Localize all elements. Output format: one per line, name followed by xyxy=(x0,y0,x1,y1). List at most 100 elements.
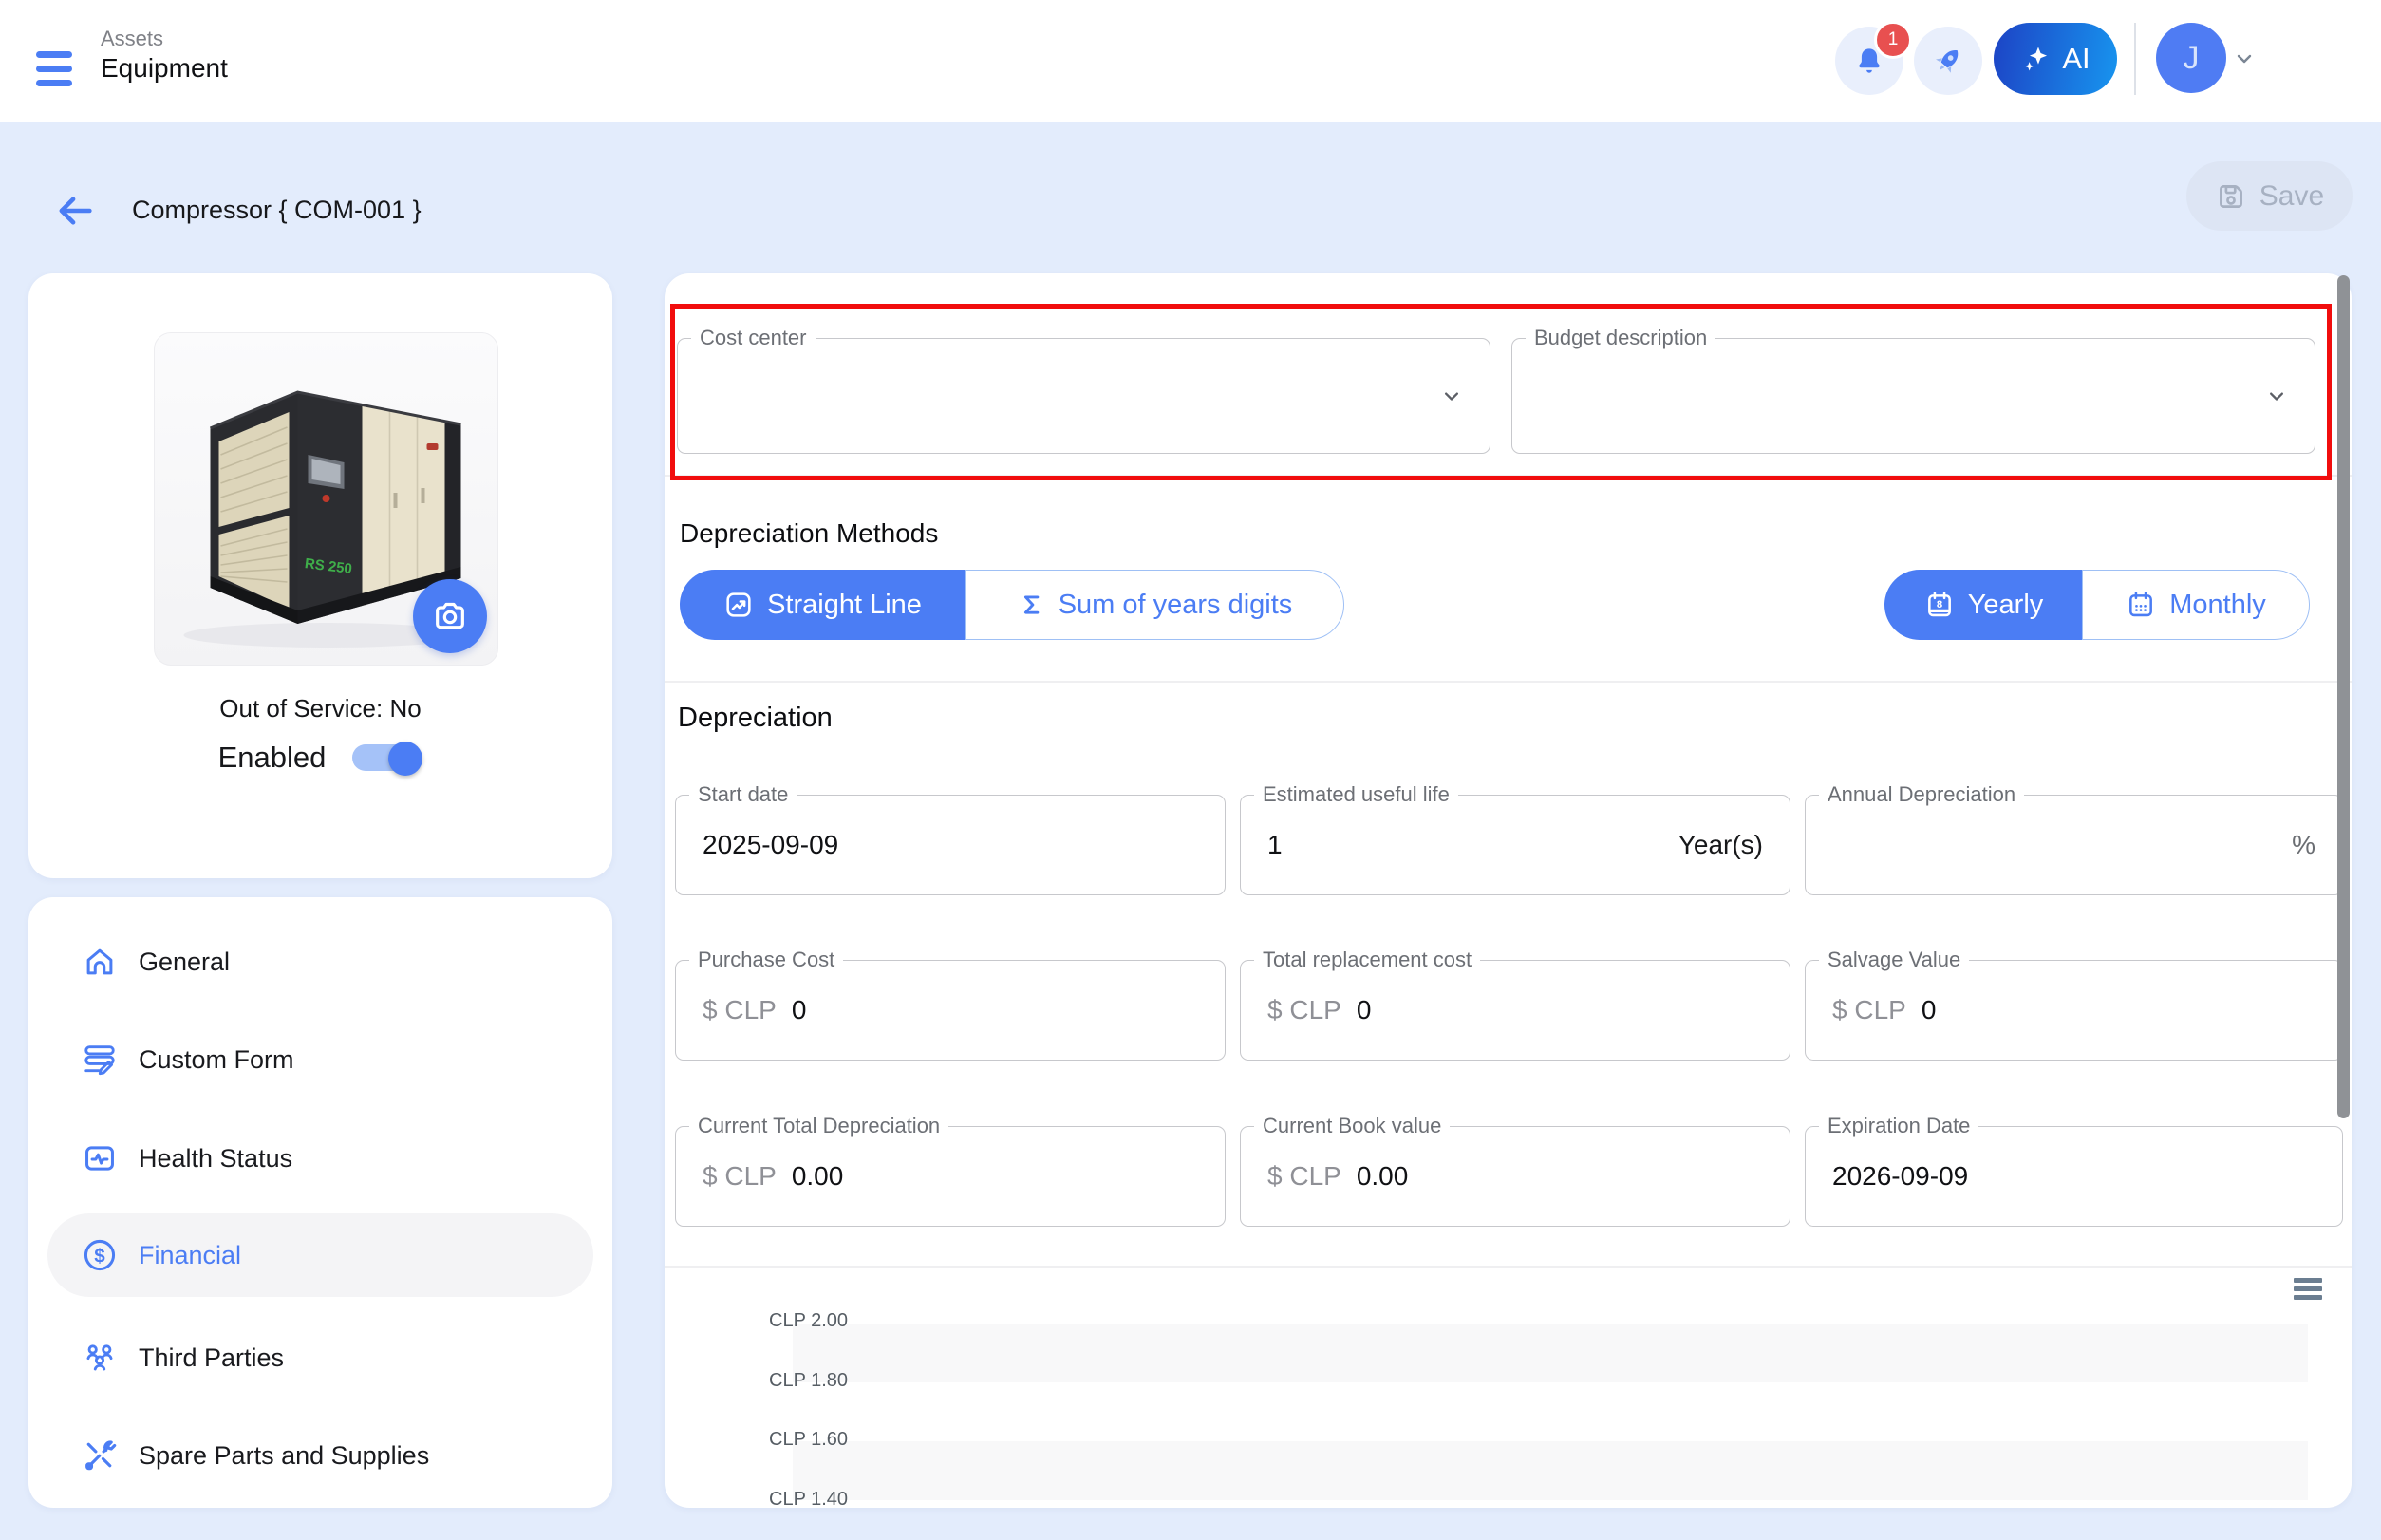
enabled-label: Enabled xyxy=(218,741,327,775)
salvage-value-field[interactable]: Salvage Value $ CLP 0 xyxy=(1805,960,2343,1061)
ai-assistant-button[interactable]: AI xyxy=(1994,23,2117,95)
asset-section-nav: General Custom Form Health Status $ xyxy=(28,897,612,1508)
sigma-icon xyxy=(1017,591,1045,619)
active-item-highlight xyxy=(47,1213,593,1297)
budget-description-select[interactable]: Budget description xyxy=(1511,338,2315,454)
chart-grid-band xyxy=(793,1441,2308,1500)
svg-text:$: $ xyxy=(94,1245,105,1267)
header-divider xyxy=(2134,23,2136,95)
method-sum-of-years-button[interactable]: Sum of years digits xyxy=(965,570,1344,640)
chart-y-tick: CLP 2.00 xyxy=(769,1310,848,1332)
chart-y-tick: CLP 1.40 xyxy=(769,1489,848,1508)
sidebar-item-custom-form[interactable]: Custom Form xyxy=(28,1010,612,1109)
useful-life-field[interactable]: Estimated useful life 1 Year(s) xyxy=(1240,795,1790,895)
camera-icon xyxy=(431,597,469,635)
chevron-down-icon xyxy=(2263,383,2290,409)
out-of-service-status: Out of Service: No xyxy=(28,694,612,723)
home-icon xyxy=(82,944,118,980)
arrow-left-icon xyxy=(53,189,99,233)
avatar[interactable]: J xyxy=(2156,23,2226,93)
depreciation-section-title: Depreciation xyxy=(678,703,833,734)
sidebar-item-spare-parts[interactable]: Spare Parts and Supplies xyxy=(28,1406,612,1505)
chart-y-tick: CLP 1.60 xyxy=(769,1429,848,1451)
save-button-label: Save xyxy=(2259,180,2324,213)
method-label: Sum of years digits xyxy=(1059,590,1293,621)
chart-menu-icon[interactable] xyxy=(2294,1274,2326,1303)
sidebar-item-label: General xyxy=(139,948,230,977)
trend-icon xyxy=(723,590,754,620)
useful-life-unit: Year(s) xyxy=(1678,830,1763,860)
salvage-value-value: 0 xyxy=(1922,995,1937,1025)
section-divider xyxy=(665,475,2352,477)
vertical-scrollbar[interactable] xyxy=(2337,275,2350,1118)
notification-badge: 1 xyxy=(1874,21,1912,59)
sidebar-item-health-status[interactable]: Health Status xyxy=(28,1109,612,1208)
method-straight-line-button[interactable]: Straight Line xyxy=(680,570,965,640)
expiration-date-field[interactable]: Expiration Date 2026-09-09 xyxy=(1805,1126,2343,1227)
period-yearly-button[interactable]: 8 Yearly xyxy=(1884,570,2082,640)
chevron-down-icon[interactable] xyxy=(2233,47,2256,70)
period-label: Monthly xyxy=(2169,590,2266,621)
field-label: Cost center xyxy=(691,324,816,352)
current-book-value-field[interactable]: Current Book value $ CLP 0.00 xyxy=(1240,1126,1790,1227)
period-monthly-button[interactable]: Monthly xyxy=(2082,570,2310,640)
chevron-down-icon xyxy=(1438,383,1465,409)
sidebar-item-general[interactable]: General xyxy=(28,912,612,1011)
custom-form-icon xyxy=(82,1042,118,1078)
replacement-cost-field[interactable]: Total replacement cost $ CLP 0 xyxy=(1240,960,1790,1061)
sidebar-item-label: Financial xyxy=(139,1241,241,1270)
purchase-cost-field[interactable]: Purchase Cost $ CLP 0 xyxy=(675,960,1226,1061)
health-status-icon xyxy=(82,1140,118,1176)
calendar-year-icon: 8 xyxy=(1924,590,1955,620)
section-divider xyxy=(665,1266,2352,1268)
sidebar-item-label: Health Status xyxy=(139,1144,292,1174)
sparkles-icon xyxy=(2020,43,2053,75)
current-total-depreciation-field[interactable]: Current Total Depreciation $ CLP 0.00 xyxy=(675,1126,1226,1227)
period-label: Yearly xyxy=(1968,590,2044,621)
page-title: Compressor { COM-001 } xyxy=(132,196,422,225)
sidebar-item-financial[interactable]: $ Financial xyxy=(28,1206,612,1305)
back-button[interactable] xyxy=(53,188,99,234)
rocket-icon xyxy=(1930,43,1966,79)
sidebar-item-third-parties[interactable]: Third Parties xyxy=(28,1308,612,1407)
current-total-depreciation-value: 0.00 xyxy=(792,1161,844,1192)
sidebar-item-label: Spare Parts and Supplies xyxy=(139,1441,429,1471)
method-label: Straight Line xyxy=(767,590,922,621)
currency-prefix: $ CLP xyxy=(703,995,777,1025)
start-date-value: 2025-09-09 xyxy=(703,830,838,860)
start-date-field[interactable]: Start date 2025-09-09 xyxy=(675,795,1226,895)
ai-button-label: AI xyxy=(2062,42,2090,76)
currency-prefix: $ CLP xyxy=(1832,995,1906,1025)
percent-suffix: % xyxy=(2292,830,2315,860)
expiration-date-value: 2026-09-09 xyxy=(1832,1161,1968,1192)
cost-center-select[interactable]: Cost center xyxy=(677,338,1490,454)
financial-dollar-icon: $ xyxy=(82,1237,118,1273)
save-floppy-icon xyxy=(2215,180,2247,213)
replacement-cost-value: 0 xyxy=(1357,995,1372,1025)
methods-section-title: Depreciation Methods xyxy=(680,518,938,549)
purchase-cost-value: 0 xyxy=(792,995,807,1025)
sidebar-item-label: Third Parties xyxy=(139,1343,284,1373)
chart-y-tick: CLP 1.80 xyxy=(769,1370,848,1392)
avatar-initial: J xyxy=(2184,40,2200,77)
currency-prefix: $ CLP xyxy=(1267,1161,1341,1192)
asset-summary-card: RS 250 Out of Service: No Enabled xyxy=(28,273,612,878)
breadcrumb: Assets xyxy=(101,27,163,51)
page-section-title: Equipment xyxy=(101,53,228,84)
enabled-toggle[interactable] xyxy=(352,742,422,774)
change-photo-button[interactable] xyxy=(413,579,487,653)
chart-grid-band xyxy=(793,1324,2308,1382)
currency-prefix: $ CLP xyxy=(1267,995,1341,1025)
financial-form-card: Cost center Budget description Depreciat… xyxy=(665,273,2352,1508)
save-button[interactable]: Save xyxy=(2186,161,2353,231)
current-book-value-value: 0.00 xyxy=(1357,1161,1409,1192)
annual-depreciation-field[interactable]: Annual Depreciation % xyxy=(1805,795,2343,895)
hamburger-menu-icon[interactable] xyxy=(36,49,72,87)
third-parties-icon xyxy=(82,1340,118,1376)
app-header: Assets Equipment 1 xyxy=(0,0,2381,122)
section-divider xyxy=(665,681,2352,683)
field-label: Budget description xyxy=(1526,324,1715,352)
whats-new-button[interactable] xyxy=(1914,27,1982,95)
svg-text:8: 8 xyxy=(1937,599,1942,610)
toggle-thumb xyxy=(388,742,422,776)
